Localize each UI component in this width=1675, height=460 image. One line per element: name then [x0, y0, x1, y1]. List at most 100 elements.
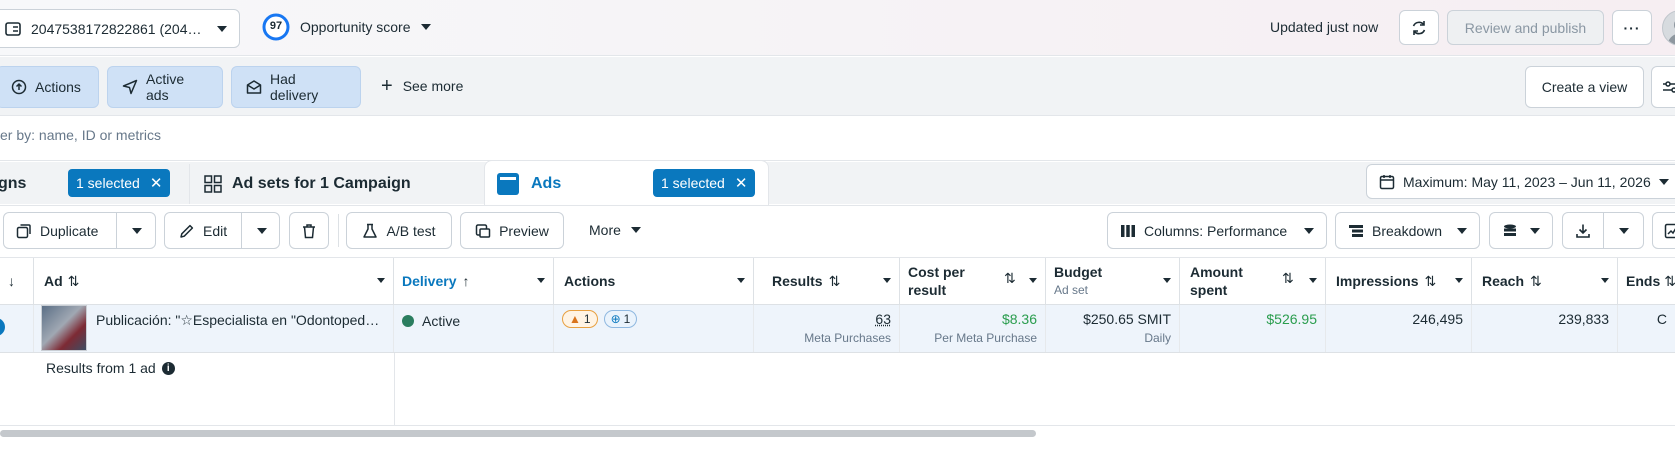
action-badge[interactable]: ⊕ 1 [603, 310, 638, 328]
filter-chip-had-delivery[interactable]: Had delivery [231, 66, 361, 108]
ad-name[interactable]: Publicación: "☆Especialista en "Odontope… [96, 312, 379, 329]
see-more-button[interactable]: + See more [381, 75, 463, 97]
ab-test-button[interactable]: A/B test [346, 212, 452, 249]
column-header-impressions[interactable]: Impressions ⇅ [1326, 258, 1472, 304]
filter-chip-actions[interactable]: Actions [0, 66, 99, 108]
create-view-button[interactable]: Create a view [1525, 66, 1644, 108]
up-circle-icon: ⊕ [610, 312, 621, 326]
chevron-down-icon [1309, 278, 1317, 283]
sort-icon: ⇅ [1424, 272, 1437, 289]
column-divider [394, 353, 395, 426]
info-icon[interactable]: i [161, 361, 175, 375]
more-button[interactable]: More [589, 222, 641, 238]
delete-button[interactable] [289, 212, 329, 249]
duplicate-dropdown[interactable] [116, 213, 155, 248]
columns-label: Columns: Performance [1144, 222, 1288, 239]
plus-icon: + [381, 75, 393, 97]
columns-button[interactable]: Columns: Performance [1107, 212, 1327, 249]
header-label: Ends [1626, 273, 1661, 289]
score-ring-icon: 97 [262, 13, 290, 41]
header-label: Impressions [1336, 273, 1419, 289]
header-label: Cost per [908, 264, 965, 280]
more-options-button[interactable]: ··· [1612, 10, 1652, 45]
column-header-results[interactable]: Results ⇅ [754, 258, 900, 304]
column-header-cost-per-result[interactable]: Cost per result ⇅ [900, 258, 1046, 304]
reports-button[interactable] [1489, 212, 1553, 249]
refresh-button[interactable] [1399, 10, 1439, 45]
chevron-down-icon [256, 227, 267, 234]
header-label: Results [772, 273, 823, 289]
column-header-reach[interactable]: Reach ⇅ [1472, 258, 1618, 304]
charts-button[interactable] [1652, 212, 1675, 249]
budget-cell[interactable]: $250.65 SMIT Daily [1046, 305, 1180, 352]
column-header-select[interactable]: ↓ [0, 258, 34, 304]
ad-name-cell[interactable]: Publicación: "☆Especialista en "Odontope… [34, 305, 394, 352]
duplicate-label: Duplicate [40, 222, 99, 239]
row-toggle[interactable] [0, 318, 5, 336]
toolbar-divider [338, 214, 339, 247]
export-dropdown[interactable] [1603, 213, 1643, 248]
search-input[interactable]: er by: name, ID or metrics [0, 117, 1675, 161]
ellipsis-icon: ··· [1623, 19, 1641, 36]
preview-button[interactable]: Preview [460, 212, 564, 249]
header-label: Ad [44, 273, 63, 289]
breakdown-icon [1348, 223, 1364, 239]
chevron-down-icon [1658, 178, 1669, 185]
opportunity-score[interactable]: 97 Opportunity score [262, 13, 431, 41]
chevron-down-icon [537, 278, 545, 283]
column-header-delivery[interactable]: Delivery ↑ [394, 258, 554, 304]
chevron-down-icon [1457, 227, 1467, 234]
chevron-down-icon [217, 25, 227, 32]
close-icon[interactable]: ✕ [735, 174, 748, 192]
column-header-budget[interactable]: Budget Ad set [1046, 258, 1180, 304]
budget-sub: Daily [1144, 331, 1171, 345]
filter-chip-label: Had delivery [270, 71, 319, 103]
sort-icon: ⇅ [828, 272, 841, 289]
columns-icon [1120, 223, 1136, 239]
cost-sub: Per Meta Purchase [934, 331, 1037, 345]
horizontal-scrollbar[interactable] [0, 430, 1036, 437]
badge-label: 1 selected [76, 175, 140, 191]
account-id: 2047538172822861 (204… [31, 20, 202, 37]
review-publish-label: Review and publish [1464, 19, 1587, 36]
trash-icon [301, 223, 317, 239]
results-value[interactable]: 63 [762, 311, 891, 327]
filter-settings-button[interactable] [1651, 66, 1675, 108]
breakdown-button[interactable]: Breakdown [1335, 212, 1480, 249]
ads-selected-badge[interactable]: 1 selected ✕ [653, 169, 756, 197]
tab-campaigns[interactable]: gns 1 selected ✕ [0, 164, 180, 204]
duplicate-button[interactable]: Duplicate [3, 212, 156, 249]
filter-chip-active-ads[interactable]: Active ads [107, 66, 223, 108]
sort-icon: ⇅ [67, 272, 80, 289]
column-header-amount-spent[interactable]: Amount spent ⇅ [1180, 258, 1326, 304]
delivery-cell: Active [394, 305, 554, 352]
warning-badge[interactable]: ▲ 1 [562, 310, 598, 328]
edit-button[interactable]: Edit [164, 212, 280, 249]
row-select-cell[interactable] [0, 305, 34, 352]
header-label: result [908, 282, 947, 298]
score-value: 97 [269, 20, 283, 32]
column-header-actions[interactable]: Actions [554, 258, 754, 304]
send-icon [122, 79, 138, 95]
export-button[interactable] [1562, 212, 1644, 249]
chevron-down-icon [420, 24, 431, 30]
reports-icon [1502, 223, 1518, 239]
delivery-status: Active [422, 313, 461, 329]
sort-icon: ⇅ [1530, 272, 1542, 289]
calendar-icon [1379, 174, 1395, 190]
breakdown-label: Breakdown [1372, 222, 1443, 239]
column-header-ad[interactable]: Ad ⇅ [34, 258, 394, 304]
date-range-picker[interactable]: Maximum: May 11, 2023 – Jun 11, 2026 [1366, 164, 1675, 199]
review-publish-button[interactable]: Review and publish [1447, 10, 1604, 45]
sort-icon: ⇅ [1004, 270, 1016, 286]
date-range-label: Maximum: May 11, 2023 – Jun 11, 2026 [1403, 173, 1651, 190]
tab-ads[interactable]: Ads 1 selected ✕ [484, 160, 769, 206]
close-icon[interactable]: ✕ [150, 174, 163, 192]
preview-label: Preview [499, 222, 549, 239]
preview-icon [475, 223, 491, 239]
edit-dropdown[interactable] [241, 213, 279, 248]
campaigns-selected-badge[interactable]: 1 selected ✕ [68, 169, 171, 197]
account-selector[interactable]: 2047538172822861 (204… [0, 9, 240, 48]
tab-ad-sets[interactable]: Ad sets for 1 Campaign [189, 164, 475, 204]
column-header-ends[interactable]: Ends ⇅ [1618, 258, 1675, 304]
